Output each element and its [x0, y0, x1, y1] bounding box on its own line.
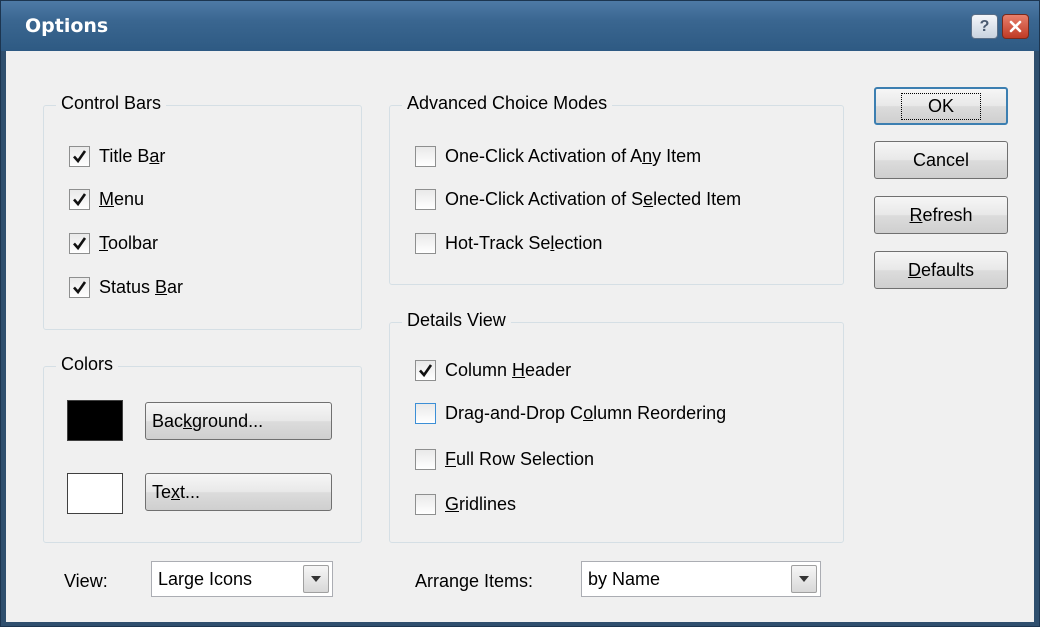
text-color-swatch — [67, 473, 123, 514]
checkbox-box — [415, 402, 436, 424]
checkmark-icon — [73, 192, 87, 206]
help-icon: ? — [979, 17, 990, 35]
drag-drop-column-reordering-checkbox[interactable]: Drag-and-Drop Column Reordering — [415, 400, 726, 426]
one-click-selected-item-checkbox[interactable]: One-Click Activation of Selected Item — [415, 186, 741, 212]
defaults-button[interactable]: Defaults — [874, 251, 1008, 289]
checkmark-icon — [419, 363, 433, 377]
checkbox-box — [69, 232, 90, 254]
close-button[interactable] — [1002, 14, 1029, 39]
title-bar[interactable]: Options ? — [1, 1, 1039, 51]
control-bars-legend: Control Bars — [56, 93, 167, 114]
checkbox-label: Drag-and-Drop Column Reordering — [445, 402, 727, 423]
checkbox-label: Toolbar — [99, 232, 159, 253]
checkbox-box — [69, 276, 90, 298]
checkbox-label: Hot-Track Selection — [445, 232, 603, 253]
checkbox-label: Gridlines — [445, 493, 517, 514]
advanced-choice-modes-legend: Advanced Choice Modes — [402, 93, 613, 114]
chevron-down-icon[interactable] — [303, 565, 329, 593]
full-row-selection-checkbox[interactable]: Full Row Selection — [415, 446, 594, 472]
hot-track-selection-checkbox[interactable]: Hot-Track Selection — [415, 230, 602, 256]
checkbox-box — [415, 493, 436, 515]
dialog-title: Options — [25, 15, 109, 37]
chevron-down-icon[interactable] — [791, 565, 817, 593]
checkmark-icon — [73, 236, 87, 250]
checkmark-icon — [73, 149, 87, 163]
close-icon — [1009, 20, 1022, 33]
title-bar-checkbox[interactable]: Title Bar — [69, 143, 165, 169]
menu-checkbox[interactable]: Menu — [69, 186, 144, 212]
refresh-button[interactable]: Refresh — [874, 196, 1008, 234]
checkbox-box — [415, 232, 436, 254]
ok-button[interactable]: OK — [874, 87, 1008, 125]
gridlines-checkbox[interactable]: Gridlines — [415, 491, 516, 517]
view-select[interactable]: Large Icons — [151, 561, 333, 597]
checkbox-label: Title Bar — [99, 145, 166, 166]
checkmark-icon — [73, 280, 87, 294]
one-click-any-item-checkbox[interactable]: One-Click Activation of Any Item — [415, 143, 701, 169]
checkbox-box — [69, 188, 90, 210]
checkbox-label: One-Click Activation of Selected Item — [445, 188, 742, 209]
checkbox-box — [415, 145, 436, 167]
view-label: View: — [64, 571, 108, 591]
checkbox-label: Menu — [99, 188, 145, 209]
dialog-client-area: Control Bars Title Bar Menu Toolbar Stat… — [6, 51, 1034, 622]
background-button[interactable]: Bac k ground... — [145, 402, 332, 440]
background-color-swatch — [67, 400, 123, 441]
arrange-items-select[interactable]: by Name — [581, 561, 821, 597]
checkbox-box — [415, 188, 436, 210]
help-button[interactable]: ? — [971, 14, 998, 39]
colors-group: Colors — [43, 354, 362, 543]
checkbox-label: Status Bar — [99, 276, 184, 297]
checkbox-box — [69, 145, 90, 167]
checkbox-label: Full Row Selection — [445, 448, 595, 469]
checkbox-label: One-Click Activation of Any Item — [445, 145, 702, 166]
status-bar-checkbox[interactable]: Status Bar — [69, 274, 183, 300]
text-button[interactable]: Te x t... — [145, 473, 332, 511]
arrange-items-label: Arrange Items: — [415, 571, 534, 591]
arrange-items-select-value: by Name — [588, 568, 661, 589]
view-select-value: Large Icons — [158, 568, 253, 589]
options-dialog: Options ? Control Bars Title Bar Menu To… — [0, 0, 1040, 627]
checkbox-label: Column Header — [445, 359, 572, 380]
cancel-button[interactable]: Cancel — [874, 141, 1008, 179]
details-view-legend: Details View — [402, 310, 511, 331]
checkbox-box — [415, 359, 436, 381]
checkbox-box — [415, 448, 436, 470]
column-header-checkbox[interactable]: Column Header — [415, 357, 571, 383]
toolbar-checkbox[interactable]: Toolbar — [69, 230, 158, 256]
colors-legend: Colors — [56, 354, 119, 375]
